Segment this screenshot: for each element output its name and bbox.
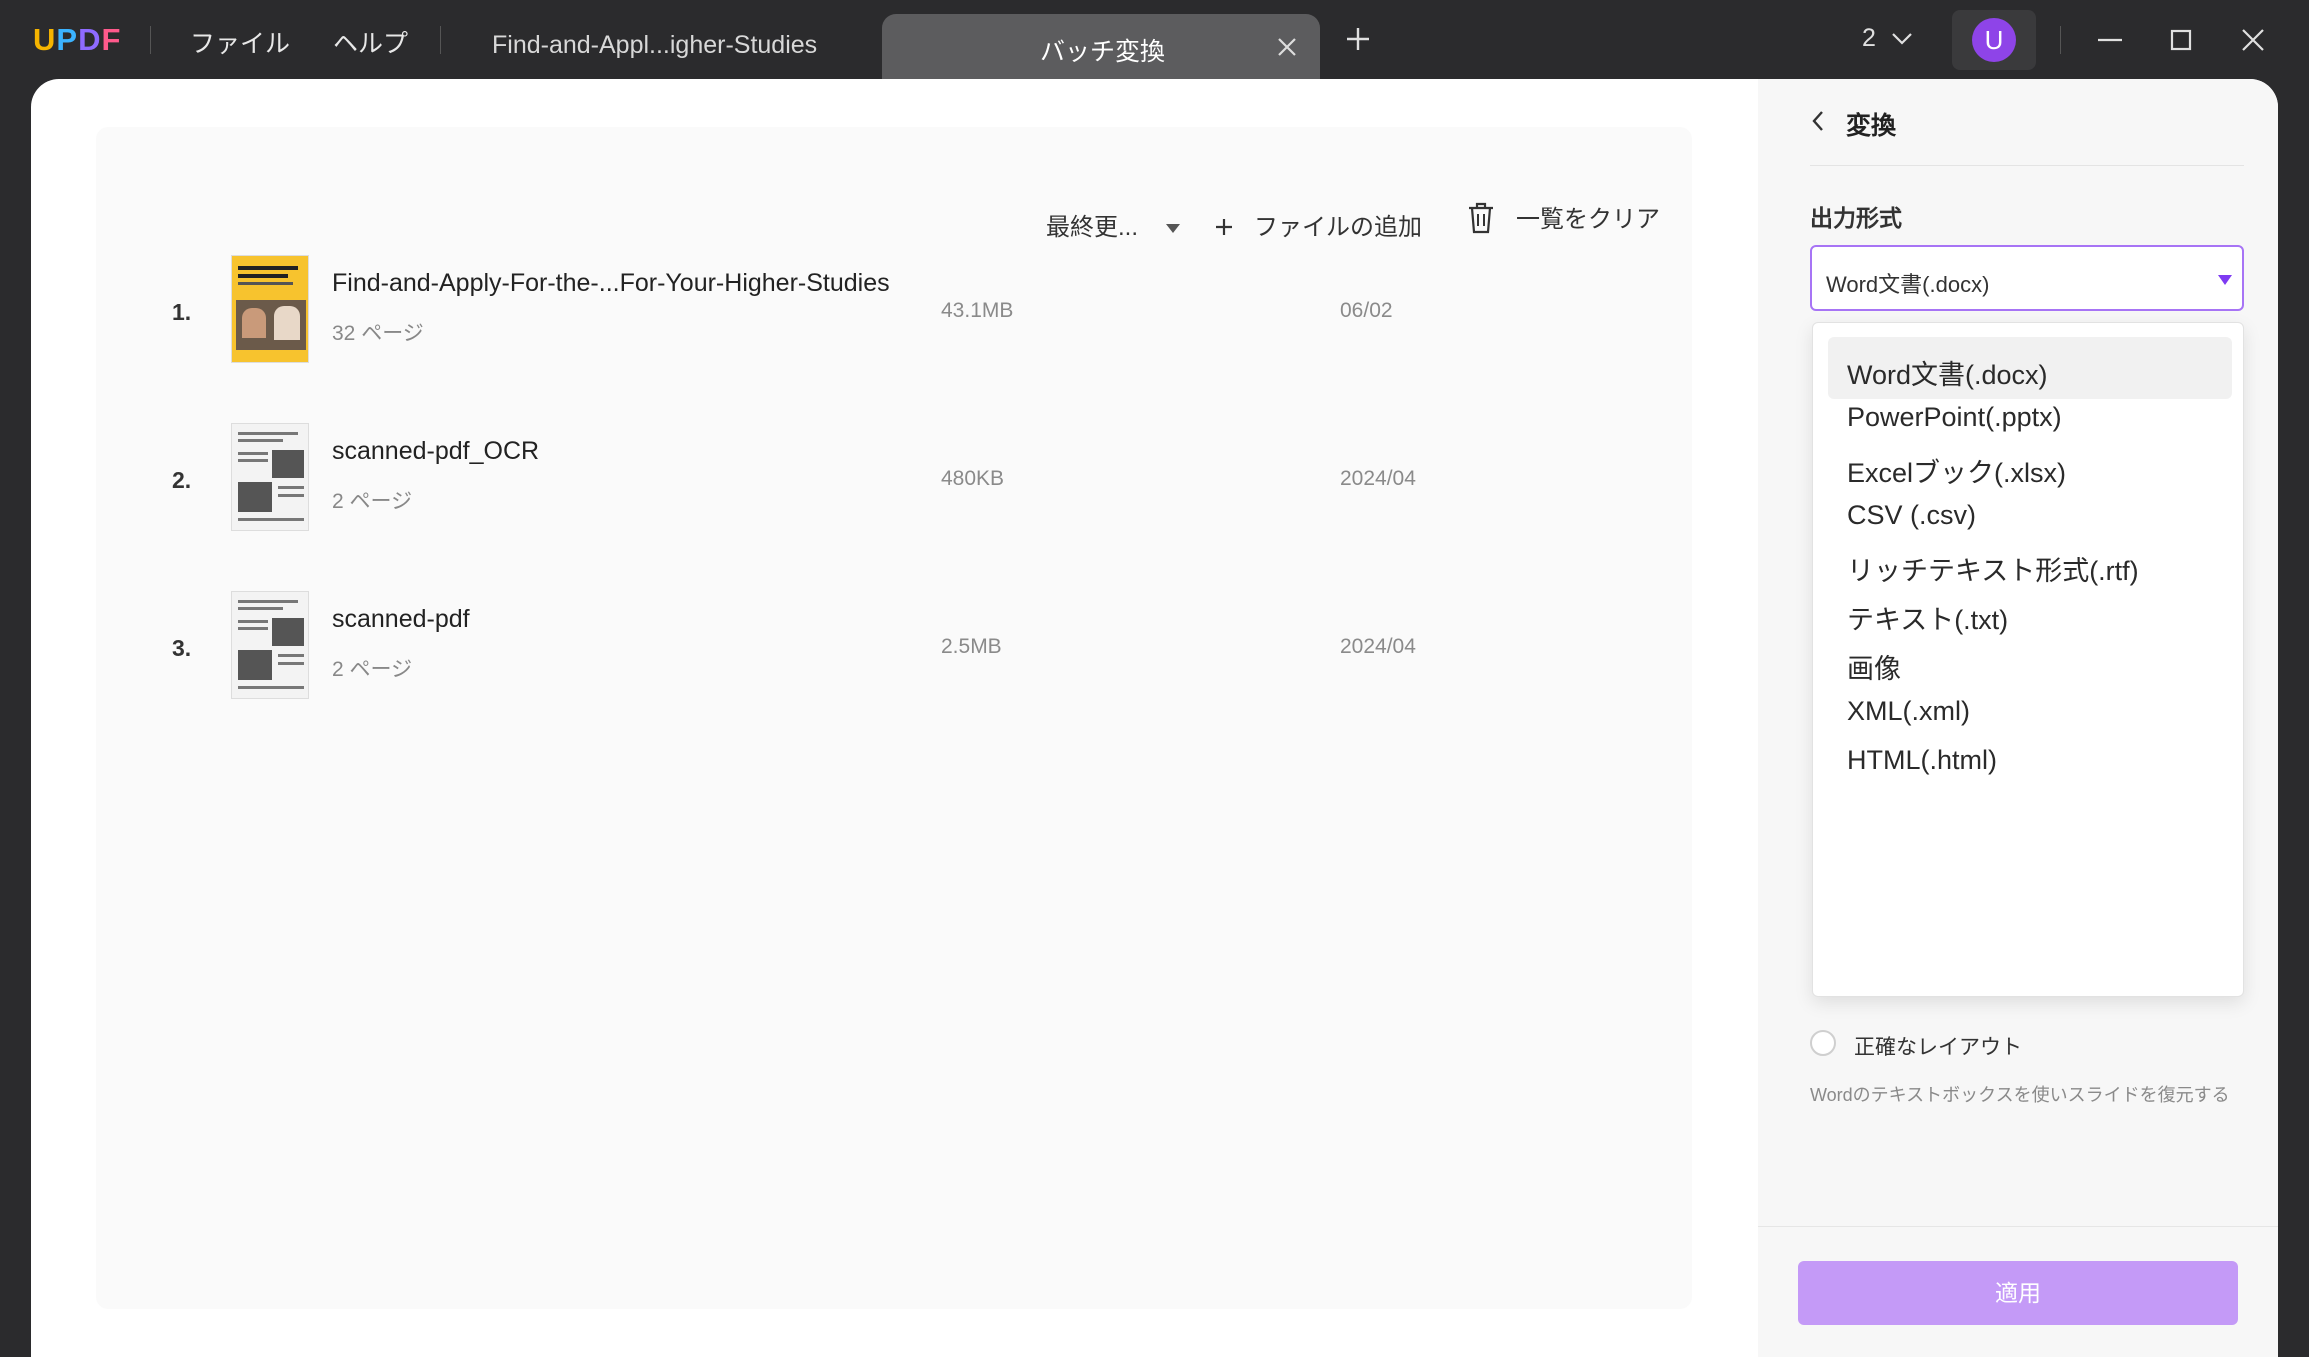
file-date: 06/02	[1340, 299, 1393, 322]
file-pages: 32 ページ	[332, 322, 424, 345]
divider	[1758, 1226, 2278, 1227]
divider	[1810, 165, 2244, 166]
tab-label: バッチ変換	[1040, 38, 1166, 66]
file-row[interactable]: 3. scanned-pdf 2 ページ 2.5MB 2024/04	[156, 591, 1686, 703]
trash-icon	[1469, 202, 1493, 234]
add-files-label: ファイルの追加	[1254, 214, 1422, 241]
output-format-select[interactable]: Word文書(.docx)	[1810, 245, 2244, 311]
file-pages: 2 ページ	[332, 658, 413, 681]
plus-icon	[1216, 219, 1232, 235]
window-count-value: 2	[1862, 24, 1876, 52]
file-name: scanned-pdf_OCR	[332, 437, 540, 465]
exact-layout-radio[interactable]	[1810, 1030, 1836, 1056]
tab-document[interactable]: Find-and-Appl...igher-Studies	[470, 15, 870, 77]
file-name: scanned-pdf	[332, 605, 470, 633]
row-number: 3.	[172, 635, 192, 661]
panel-header: 変換	[1758, 79, 2278, 167]
file-thumbnail	[231, 591, 309, 699]
output-format-label: 出力形式	[1810, 205, 1902, 231]
plus-icon[interactable]	[1345, 22, 1371, 58]
maximize-icon[interactable]	[2161, 20, 2201, 60]
divider	[440, 26, 441, 54]
caret-down-icon	[1166, 224, 1181, 234]
minimize-icon[interactable]	[2090, 20, 2130, 60]
chevron-down-icon	[1892, 33, 1912, 45]
sort-dropdown[interactable]: 最終更...	[1046, 207, 1181, 242]
file-date: 2024/04	[1340, 467, 1416, 490]
file-thumbnail	[231, 423, 309, 531]
format-dropdown-list: Word文書(.docx) PowerPoint(.pptx) Excelブック…	[1812, 322, 2244, 997]
menu-file[interactable]: ファイル	[190, 24, 290, 60]
close-icon[interactable]	[2233, 20, 2273, 60]
add-files-button[interactable]: ファイルの追加	[1214, 207, 1422, 242]
file-list-panel: 最終更... ファイルの追加 一覧をクリア 1. Find-and-Apply-…	[96, 127, 1692, 1309]
format-option-html[interactable]: HTML(.html)	[1828, 729, 2232, 791]
divider	[2060, 26, 2061, 54]
title-bar: UPDF ファイル ヘルプ Find-and-Appl...igher-Stud…	[0, 0, 2309, 80]
row-number: 2.	[172, 467, 192, 493]
panel-title: 変換	[1846, 112, 1897, 140]
row-number: 1.	[172, 299, 192, 325]
menu-help[interactable]: ヘルプ	[333, 24, 408, 60]
convert-settings-panel: 変換 出力形式 Word文書(.docx) Word文書(.docx) Powe…	[1758, 79, 2278, 1357]
close-icon[interactable]	[1276, 28, 1298, 63]
tab-batch-convert[interactable]: バッチ変換	[882, 14, 1320, 80]
layout-hint-text: Wordのテキストボックスを使いスライドを復元する	[1810, 1085, 2230, 1105]
file-date: 2024/04	[1340, 635, 1416, 658]
divider	[150, 26, 151, 54]
tab-label: Find-and-Appl...igher-Studies	[492, 31, 818, 59]
user-account[interactable]: U	[1952, 10, 2036, 70]
avatar: U	[1972, 18, 2016, 62]
exact-layout-label: 正確なレイアウト	[1854, 1036, 2022, 1059]
clear-list-label: 一覧をクリア	[1516, 206, 1660, 233]
window-count[interactable]: 2	[1862, 24, 1913, 53]
batch-convert-window: 最終更... ファイルの追加 一覧をクリア 1. Find-and-Apply-…	[31, 79, 2278, 1357]
sort-label: 最終更...	[1046, 214, 1139, 241]
caret-down-icon	[2218, 275, 2232, 285]
file-row[interactable]: 1. Find-and-Apply-For-the-...For-Your-Hi…	[156, 255, 1686, 367]
clear-list-button[interactable]: 一覧をクリア	[1466, 199, 1660, 235]
file-row[interactable]: 2. scanned-pdf_OCR 2 ページ 480KB 2024/04	[156, 423, 1686, 535]
file-size: 2.5MB	[941, 635, 1002, 658]
selected-format: Word文書(.docx)	[1826, 272, 1990, 297]
file-size: 480KB	[941, 467, 1005, 490]
file-thumbnail	[231, 255, 309, 363]
file-pages: 2 ページ	[332, 490, 413, 513]
back-icon[interactable]	[1810, 109, 1826, 138]
updf-logo: UPDF	[33, 22, 122, 57]
file-name: Find-and-Apply-For-the-...For-Your-Highe…	[332, 269, 890, 297]
file-size: 43.1MB	[941, 299, 1014, 322]
apply-button[interactable]: 適用	[1798, 1261, 2238, 1325]
